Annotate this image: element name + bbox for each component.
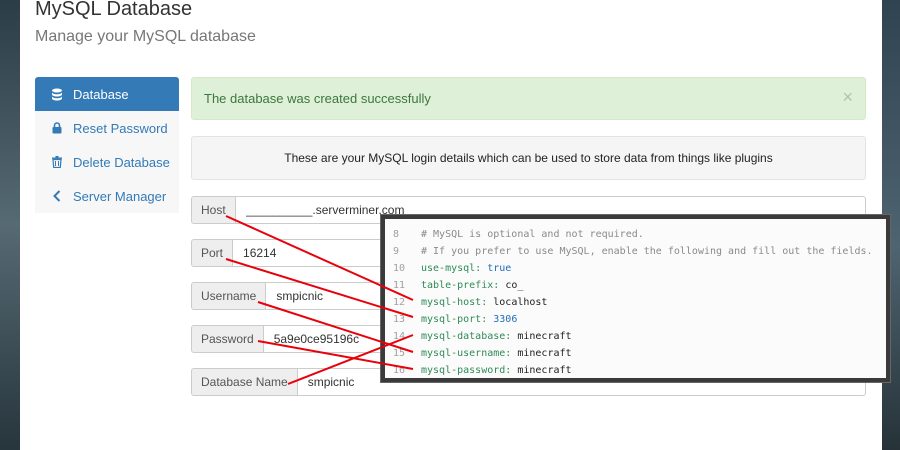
code-key: use-mysql: <box>421 263 482 274</box>
code-value: true <box>487 263 512 274</box>
sidebar-item-server-manager[interactable]: Server Manager <box>35 179 179 213</box>
password-label: Password <box>191 325 264 353</box>
line-number: 12 <box>393 297 406 308</box>
code-value: minecraft <box>517 365 572 376</box>
line-number: 15 <box>393 348 406 359</box>
database-name-label: Database Name <box>191 368 298 396</box>
info-message: These are your MySQL login details which… <box>191 136 866 180</box>
code-line: 9 # If you prefer to use MySQL, enable th… <box>393 243 873 260</box>
code-comment: # If you prefer to use MySQL, enable the… <box>421 246 873 257</box>
page-subtitle: Manage your MySQL database <box>35 28 256 45</box>
success-alert: The database was created successfully × <box>191 77 866 120</box>
sidebar-item-label: Server Manager <box>73 188 167 204</box>
code-value: minecraft <box>517 348 572 359</box>
username-label: Username <box>191 282 267 310</box>
code-key: table-prefix: <box>421 280 500 291</box>
alert-message: The database was created successfully <box>204 91 431 106</box>
code-key: mysql-password: <box>421 365 512 376</box>
close-icon[interactable]: × <box>842 87 853 108</box>
host-label: Host <box>191 196 236 224</box>
line-number: 13 <box>393 314 406 325</box>
sidebar: Database Reset Password Delete Database … <box>35 77 179 213</box>
port-label: Port <box>191 239 234 267</box>
code-line: 8 # MySQL is optional and not required. <box>393 226 644 243</box>
line-number: 14 <box>393 331 406 342</box>
database-icon <box>47 88 67 101</box>
code-comment: # MySQL is optional and not required. <box>421 229 644 240</box>
background-left <box>0 0 20 450</box>
sidebar-item-reset-password[interactable]: Reset Password <box>35 111 179 145</box>
code-line: 13 mysql-port: 3306 <box>393 311 517 328</box>
lock-icon <box>47 122 67 134</box>
code-value: 3306 <box>493 314 518 325</box>
code-line: 10 use-mysql: true <box>393 260 511 277</box>
code-value: localhost <box>493 297 548 308</box>
trash-icon <box>47 156 67 168</box>
code-line: 14 mysql-database: minecraft <box>393 328 572 345</box>
code-value: minecraft <box>517 331 572 342</box>
config-code-snippet: 8 # MySQL is optional and not required. 9… <box>381 215 890 382</box>
page-title: MySQL Database <box>35 0 193 20</box>
line-number: 8 <box>393 229 400 240</box>
sidebar-item-label: Delete Database <box>73 154 170 170</box>
line-number: 11 <box>393 280 406 291</box>
code-key: mysql-port: <box>421 314 488 325</box>
code-key: mysql-database: <box>421 331 512 342</box>
line-number: 9 <box>393 246 400 257</box>
chevron-left-icon <box>47 190 67 202</box>
code-line: 15 mysql-username: minecraft <box>393 345 572 362</box>
line-number: 10 <box>393 263 406 274</box>
sidebar-item-label: Database <box>73 86 129 102</box>
code-value: co_ <box>505 280 524 291</box>
line-number: 16 <box>393 365 406 376</box>
code-key: mysql-username: <box>421 348 512 359</box>
code-line: 16 mysql-password: minecraft <box>393 362 572 378</box>
sidebar-item-database[interactable]: Database <box>35 77 179 111</box>
sidebar-item-delete-database[interactable]: Delete Database <box>35 145 179 179</box>
code-line: 11 table-prefix: co_ <box>393 277 523 294</box>
code-line: 12 mysql-host: localhost <box>393 294 547 311</box>
sidebar-item-label: Reset Password <box>73 120 168 136</box>
code-key: mysql-host: <box>421 297 488 308</box>
